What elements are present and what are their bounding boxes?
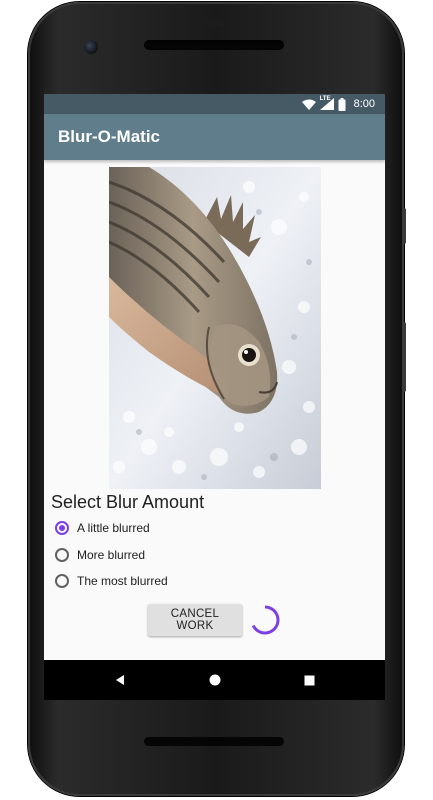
blur-radio-group: A little blurred More blurred The most b… [55,515,168,595]
status-bar: LTE 8:00 [44,94,385,114]
radio-option-most[interactable]: The most blurred [55,568,168,595]
fish-photo-illustration [109,167,321,489]
radio-label: More blurred [77,547,146,562]
radio-button-checked[interactable] [55,521,69,536]
app-title: Blur-O-Matic [58,127,160,146]
battery-icon [338,97,346,111]
volume-button [402,322,406,392]
screen: LTE 8:00 Blur-O-Matic Select Blur Amount… [44,94,385,660]
earpiece [202,18,226,26]
power-button [402,208,406,244]
home-circle-icon[interactable] [205,670,225,690]
blur-amount-heading: Select Blur Amount [51,492,205,512]
radio-button[interactable] [55,547,69,562]
back-triangle-icon[interactable] [110,670,130,690]
radio-label: A little blurred [77,521,150,536]
radio-option-more[interactable]: More blurred [55,542,168,569]
cancel-work-button[interactable]: CANCEL WORK [148,604,242,636]
lte-signal-icon: LTE [319,96,334,110]
navigation-bar [44,660,385,700]
radio-label: The most blurred [77,574,168,589]
top-speaker-grille [144,40,284,50]
fish-image [109,167,321,489]
recents-square-icon[interactable] [299,670,319,690]
bottom-speaker-grille [144,737,284,746]
radio-button[interactable] [55,574,69,589]
front-camera [84,40,98,54]
app-bar: Blur-O-Matic [44,114,385,160]
network-label: LTE [319,96,331,102]
wifi-icon [301,99,316,110]
status-time: 8:00 [353,98,375,110]
progress-spinner-icon [249,604,281,636]
radio-option-little[interactable]: A little blurred [55,515,168,542]
